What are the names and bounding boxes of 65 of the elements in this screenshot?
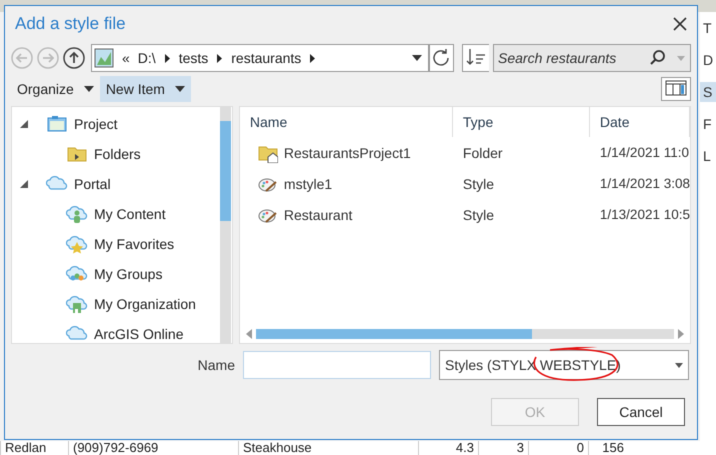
dropdown-caret-icon [84, 86, 94, 92]
file-type: Style [462, 176, 496, 192]
table-cell: 3 [478, 441, 528, 455]
table-cell: Steakhouse [238, 441, 418, 455]
table-cell: Redlan [0, 441, 68, 455]
dropdown-caret-icon[interactable] [412, 55, 422, 61]
dropdown-caret-icon [675, 362, 683, 368]
panel-tab[interactable]: T [700, 18, 716, 38]
file-type: Folder [462, 144, 504, 160]
file-type: Style [462, 206, 496, 222]
up-button[interactable] [63, 47, 85, 69]
table-cell: 4.3 [418, 441, 478, 455]
search-icon [649, 49, 667, 67]
address-bar[interactable]: « D:\ tests restaurants [91, 44, 429, 72]
file-date: 1/14/2021 3:08 [598, 176, 690, 191]
vertical-scrollbar[interactable] [220, 107, 231, 343]
chevron-icon [216, 54, 224, 62]
file-name[interactable]: RestaurantsProject1 [284, 144, 411, 160]
file-name[interactable]: mstyle1 [284, 176, 332, 192]
layout-button[interactable] [661, 77, 691, 101]
table-cell: 156 [588, 441, 628, 455]
search-field[interactable]: Search restaurants [493, 44, 691, 72]
file-name[interactable]: Restaurant [284, 206, 352, 222]
dropdown-caret-icon [174, 86, 185, 92]
toolbar-menu[interactable]: New Item [100, 76, 191, 102]
table-cell: (909)792-6969 [68, 441, 238, 455]
refresh-button[interactable] [428, 44, 454, 72]
column-header[interactable]: Name [240, 107, 453, 137]
file-date: 1/13/2021 10:5 [598, 207, 690, 222]
breadcrumb[interactable]: D:\ [138, 50, 156, 66]
panel-tab[interactable]: F [700, 114, 716, 134]
tree-item[interactable]: ArcGIS Online [94, 326, 184, 342]
map-icon [94, 48, 114, 68]
column-header[interactable]: Type [452, 107, 590, 137]
expand-arrow-icon[interactable] [20, 180, 28, 188]
panel-tab[interactable]: S [700, 82, 716, 102]
tree-item[interactable]: My Content [94, 206, 166, 222]
name-label: Name [198, 357, 235, 373]
scroll-left-icon[interactable] [246, 329, 252, 339]
panel-tab[interactable]: L [700, 146, 716, 166]
breadcrumb[interactable]: tests [178, 50, 208, 66]
content-icon [66, 203, 88, 225]
sort-button[interactable] [462, 44, 489, 72]
window-title: Add a style file [15, 14, 126, 34]
tree-item[interactable]: My Favorites [94, 236, 174, 252]
toolbar-menu[interactable]: Organize [11, 76, 100, 102]
table-cell: 0 [528, 441, 588, 455]
scroll-right-icon[interactable] [678, 329, 684, 339]
file-date: 1/14/2021 11:0 [598, 145, 690, 160]
dialog-button[interactable]: Cancel [597, 398, 685, 426]
expand-arrow-icon[interactable] [20, 120, 28, 128]
favorites-icon [66, 233, 88, 255]
chevron-icon [309, 54, 316, 62]
column-header[interactable]: Date [590, 107, 690, 137]
breadcrumb[interactable]: restaurants [231, 50, 302, 66]
tree-item[interactable]: Folders [94, 146, 141, 162]
overflow-chevrons[interactable]: « [122, 50, 130, 66]
name-field[interactable] [243, 351, 431, 379]
tree-item[interactable]: My Organization [94, 296, 196, 312]
organization-icon [66, 293, 88, 315]
panel-tab[interactable]: D [700, 50, 716, 70]
tree-item[interactable]: My Groups [94, 266, 162, 282]
tree-item[interactable]: Portal [74, 176, 111, 192]
chevron-icon [164, 54, 171, 62]
tree-item[interactable]: Project [74, 116, 118, 132]
